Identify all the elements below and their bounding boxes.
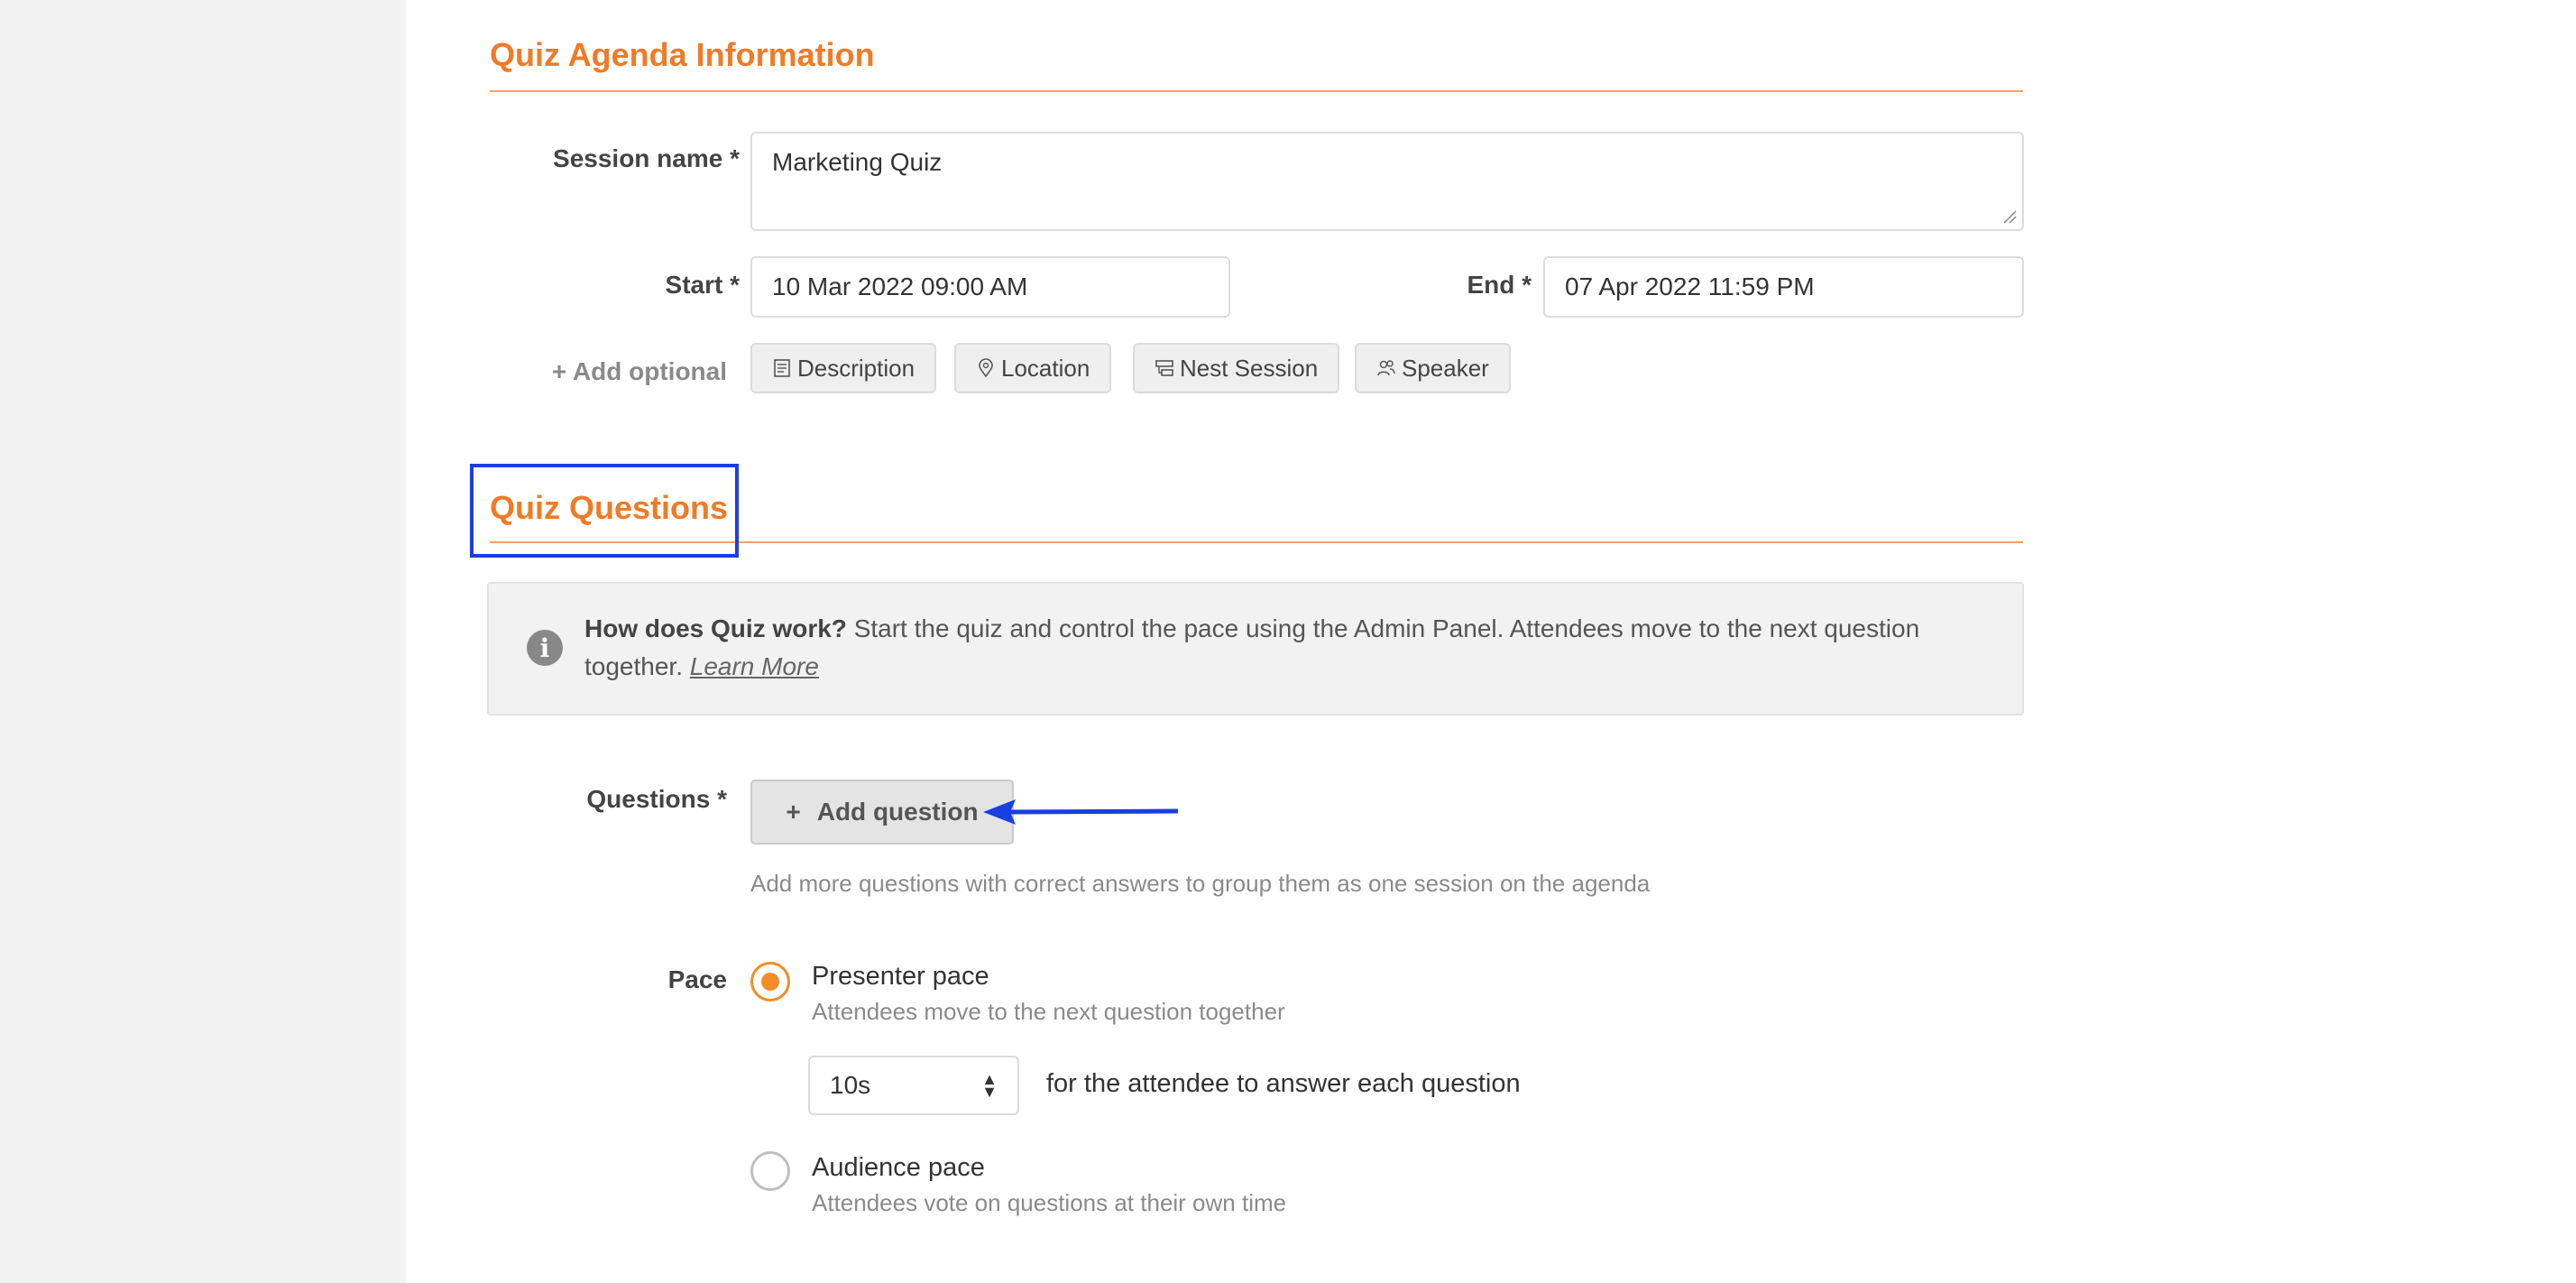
description-button-label: Description [797, 354, 915, 382]
end-label: End * [1467, 271, 1532, 299]
learn-more-link[interactable]: Learn More [690, 652, 819, 680]
answer-timer-select[interactable]: 10s ▲ ▼ [808, 1056, 1019, 1115]
select-arrows-icon: ▲ ▼ [981, 1070, 998, 1101]
add-description-button[interactable]: Description [750, 343, 937, 393]
end-datetime-field[interactable]: 07 Apr 2022 11:59 PM [1543, 256, 2024, 318]
session-name-value: Marketing Quiz [772, 148, 943, 176]
speaker-users-icon [1377, 360, 1395, 376]
nest-session-icon [1155, 360, 1173, 376]
quiz-info-heading: How does Quiz work? [584, 614, 847, 642]
add-question-label: Add question [816, 798, 979, 826]
document-icon [774, 359, 790, 377]
questions-label: Questions * [586, 785, 727, 813]
add-optional-label: + Add optional [551, 357, 727, 385]
answer-timer-value: 10s [830, 1071, 871, 1099]
add-nest-session-button[interactable]: Nest Session [1133, 343, 1340, 393]
annotation-highlight-box [470, 464, 739, 558]
nest-session-button-label: Nest Session [1180, 354, 1319, 382]
presenter-pace-subtitle: Attendees move to the next question toge… [812, 998, 1285, 1025]
start-datetime-field[interactable]: 10 Mar 2022 09:00 AM [750, 256, 1230, 318]
quiz-info-text: How does Quiz work? Start the quiz and c… [584, 610, 1992, 686]
annotation-arrow [983, 799, 1179, 825]
session-name-label: Session name * [553, 144, 740, 172]
agenda-section-title: Quiz Agenda Information [490, 36, 875, 73]
presenter-pace-title: Presenter pace [812, 962, 989, 991]
pace-label: Pace [667, 965, 727, 993]
start-label: Start * [665, 271, 740, 299]
audience-pace-radio[interactable] [750, 1151, 790, 1191]
start-datetime-value: 10 Mar 2022 09:00 AM [772, 272, 1028, 300]
plus-icon: + [786, 798, 801, 826]
add-location-button[interactable]: Location [954, 343, 1112, 393]
end-datetime-value: 07 Apr 2022 11:59 PM [1565, 272, 1815, 300]
resize-handle-icon[interactable] [2002, 209, 2017, 224]
audience-pace-title: Audience pace [812, 1153, 985, 1182]
answer-timer-suffix: for the attendee to answer each question [1046, 1069, 1521, 1098]
presenter-pace-radio[interactable] [750, 962, 790, 1001]
audience-pace-subtitle: Attendees vote on questions at their own… [812, 1189, 1287, 1216]
location-button-label: Location [1001, 354, 1090, 382]
left-sidebar-background [0, 0, 406, 1283]
add-speaker-button[interactable]: Speaker [1355, 343, 1511, 393]
session-name-field[interactable]: Marketing Quiz [750, 132, 2024, 231]
location-pin-icon [979, 358, 993, 378]
speaker-button-label: Speaker [1402, 354, 1489, 382]
agenda-section-divider [490, 90, 2023, 92]
info-icon: i [527, 630, 563, 666]
questions-hint-text: Add more questions with correct answers … [750, 870, 1651, 897]
